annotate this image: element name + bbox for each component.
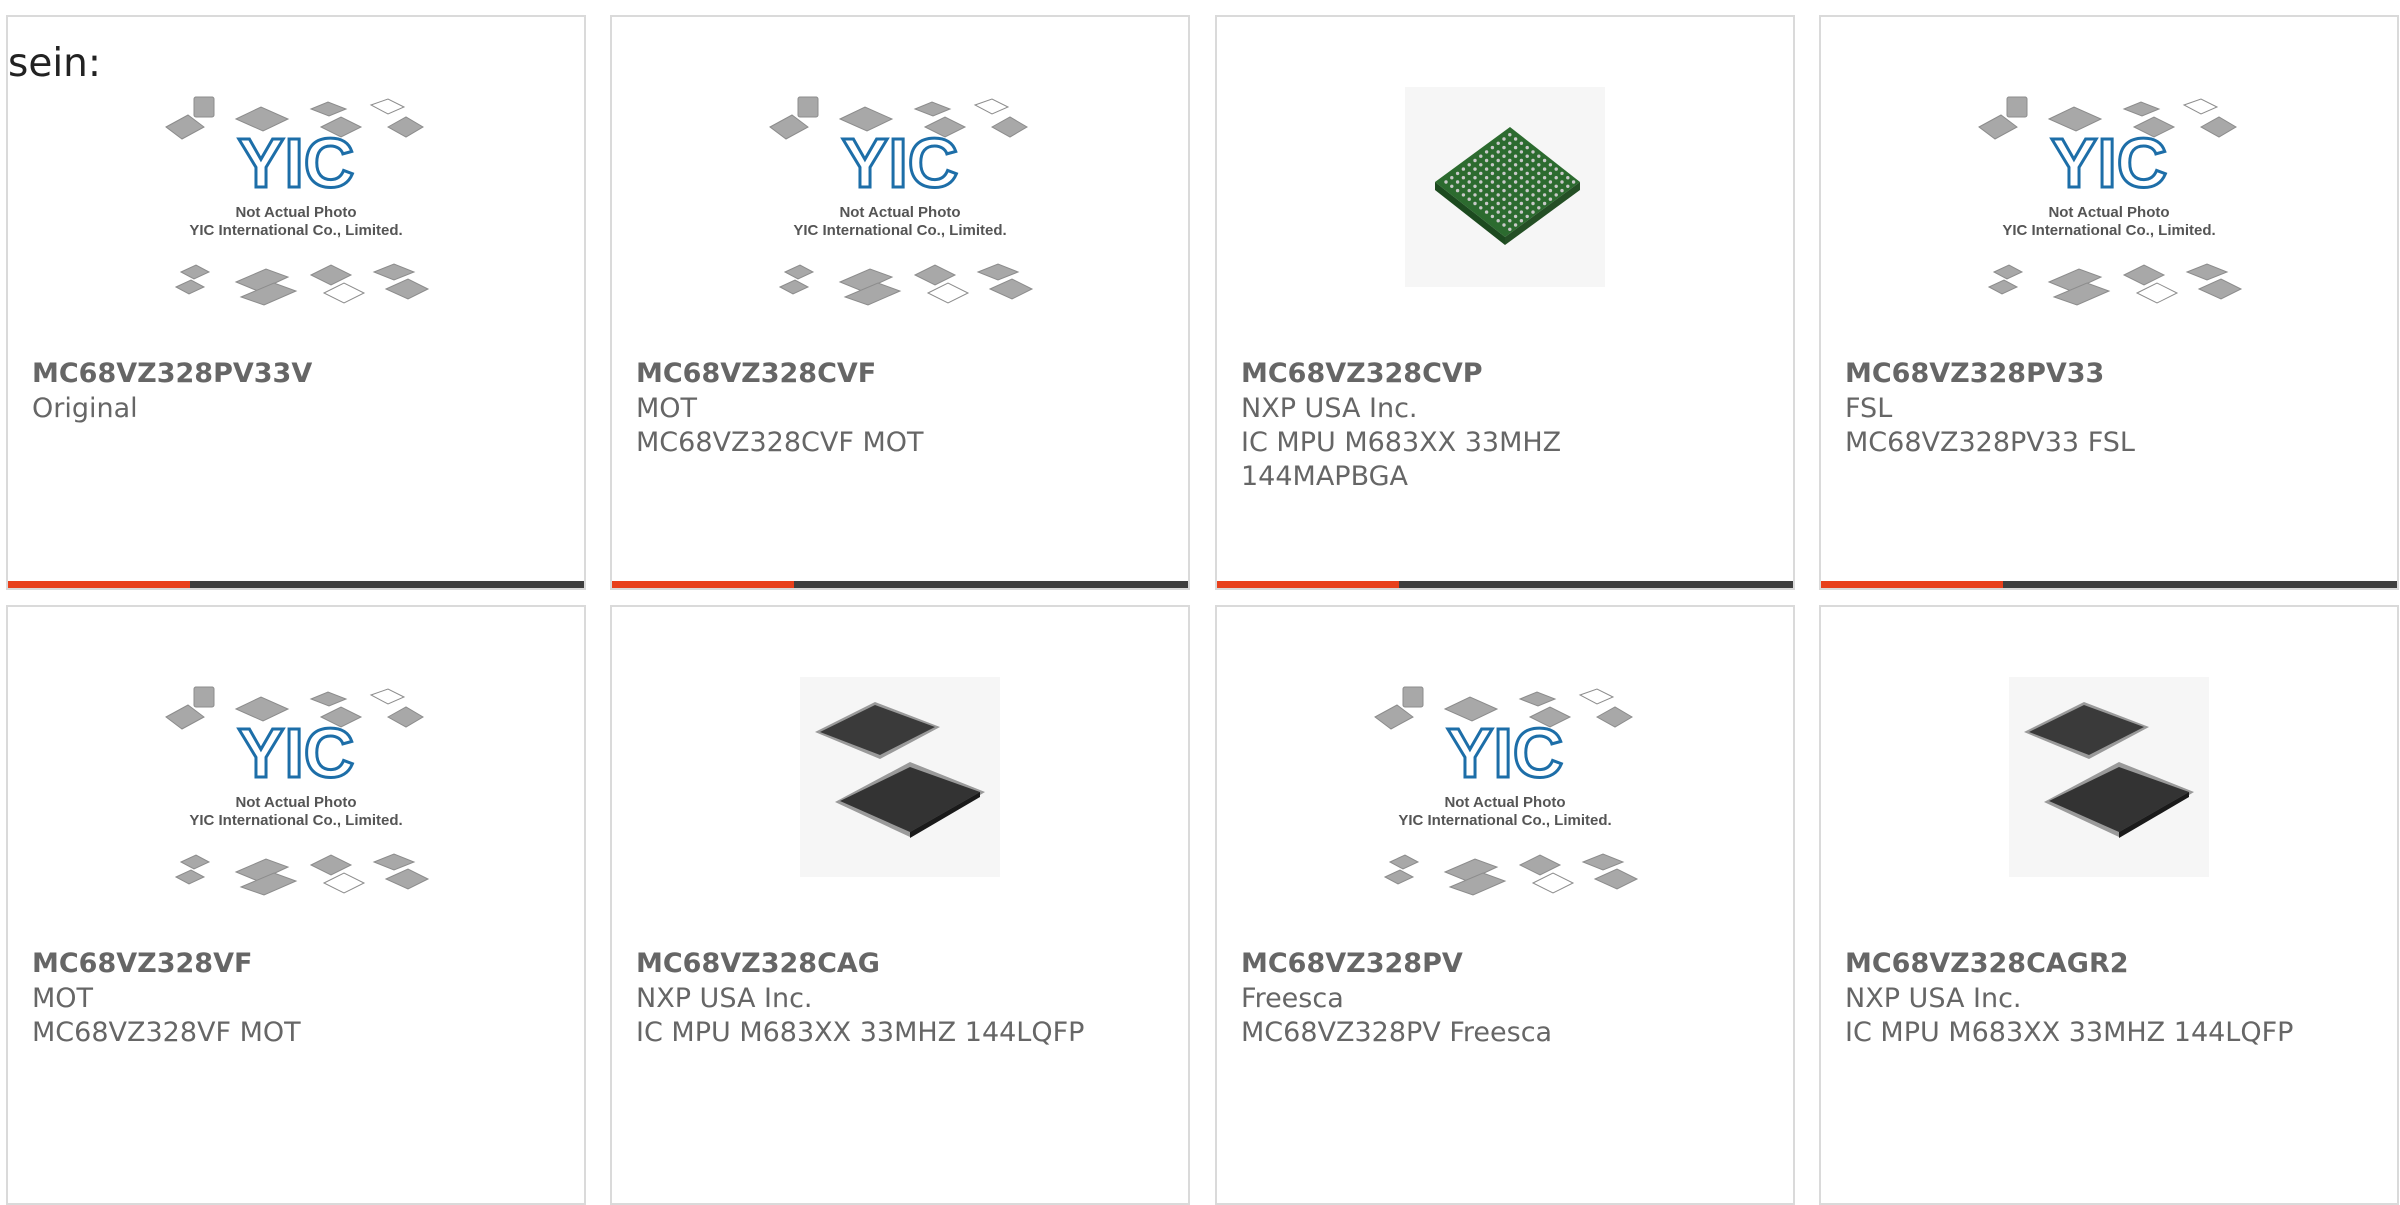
part-number[interactable]: MC68VZ328PV33V — [32, 357, 312, 391]
card-accent-bar — [1217, 581, 1399, 588]
card-accent-bar — [612, 581, 794, 588]
product-card[interactable]: YIC Not Actual Photo YIC International Co.… — [610, 15, 1190, 590]
card-footer-bar — [612, 581, 1188, 588]
part-number[interactable]: MC68VZ328PV33 — [1845, 357, 2104, 391]
part-number[interactable]: MC68VZ328CVF — [636, 357, 876, 391]
yic-placeholder-graphic: YIC Not Actual PhotoYIC International Co.… — [1978, 96, 2243, 306]
svg-text:Not Actual Photo: Not Actual Photo — [235, 794, 356, 811]
svg-text:YIC: YIC — [238, 714, 355, 792]
card-accent-bar — [8, 581, 190, 588]
product-image-lqfp-chip[interactable] — [1821, 607, 2397, 947]
product-image-lqfp-chip[interactable] — [612, 607, 1188, 947]
section-heading: sein: — [8, 41, 102, 86]
product-image-placeholder[interactable]: YIC Not Actual Photo YIC International Co.… — [612, 17, 1188, 357]
bga-chip-graphic — [1405, 87, 1605, 287]
product-description: MC68VZ328PV Freesca — [1241, 1017, 1553, 1048]
product-card[interactable]: MC68VZ328CAGR2 NXP USA Inc. IC MPU M683X… — [1819, 605, 2399, 1205]
product-card[interactable]: YIC Not Actual Photo YIC International Co.… — [1819, 15, 2399, 590]
svg-text:YIC: YIC — [238, 124, 355, 202]
product-image-placeholder[interactable]: YIC Not Actual Photo YIC International Co.… — [1217, 607, 1793, 947]
part-number[interactable]: MC68VZ328CVP — [1241, 357, 1483, 391]
product-manufacturer: Freesca — [1241, 983, 1344, 1014]
svg-text:YIC International Co., Limited: YIC International Co., Limited. — [189, 812, 402, 829]
product-card[interactable]: MC68VZ328CVP NXP USA Inc. IC MPU M683XX … — [1215, 15, 1795, 590]
yic-placeholder-graphic: YIC Not Actual PhotoYIC International Co.… — [1374, 686, 1639, 896]
card-footer-bar — [1821, 581, 2397, 588]
yic-placeholder-graphic: YIC Not Actual PhotoYIC International Co.… — [165, 686, 430, 896]
product-card[interactable]: YIC Not Actual Photo YIC International Co.… — [6, 605, 586, 1205]
product-description: IC MPU M683XX 33MHZ 144LQFP — [636, 1017, 1085, 1048]
product-manufacturer: FSL — [1845, 393, 1893, 424]
lqfp-chip-graphic — [2009, 677, 2209, 877]
card-accent-bar — [1821, 581, 2003, 588]
part-number[interactable]: MC68VZ328CAGR2 — [1845, 947, 2129, 981]
svg-text:YIC International Co., Limited: YIC International Co., Limited. — [793, 222, 1006, 239]
product-manufacturer: MOT — [32, 983, 94, 1014]
product-manufacturer: NXP USA Inc. — [1241, 393, 1418, 424]
svg-text:YIC International Co., Limited: YIC International Co., Limited. — [189, 222, 402, 239]
card-footer-bar — [1217, 581, 1793, 588]
svg-text:YIC: YIC — [1447, 714, 1564, 792]
product-image-bga-chip[interactable] — [1217, 17, 1793, 357]
product-manufacturer: NXP USA Inc. — [636, 983, 813, 1014]
svg-text:YIC International Co., Limited: YIC International Co., Limited. — [2002, 222, 2215, 239]
svg-text:Not Actual Photo: Not Actual Photo — [1444, 794, 1565, 811]
product-description: IC MPU M683XX 33MHZ 144LQFP — [1845, 1017, 2294, 1048]
product-manufacturer: NXP USA Inc. — [1845, 983, 2022, 1014]
svg-text:Not Actual Photo: Not Actual Photo — [839, 204, 960, 221]
product-manufacturer: Original — [32, 393, 138, 424]
part-number[interactable]: MC68VZ328PV — [1241, 947, 1463, 981]
product-card[interactable]: YIC Not Actual Photo YIC International Co.… — [6, 15, 586, 590]
product-description: IC MPU M683XX 33MHZ 144MAPBGA — [1241, 427, 1562, 492]
product-card[interactable]: MC68VZ328CAG NXP USA Inc. IC MPU M683XX … — [610, 605, 1190, 1205]
product-manufacturer: MOT — [636, 393, 698, 424]
svg-text:YIC International Co., Limited: YIC International Co., Limited. — [1398, 812, 1611, 829]
product-description: MC68VZ328PV33 FSL — [1845, 427, 2135, 458]
lqfp-chip-graphic — [800, 677, 1000, 877]
svg-text:YIC: YIC — [842, 124, 959, 202]
product-image-placeholder[interactable]: YIC Not Actual Photo YIC International Co.… — [8, 607, 584, 947]
svg-text:Not Actual Photo: Not Actual Photo — [235, 204, 356, 221]
part-number[interactable]: MC68VZ328CAG — [636, 947, 880, 981]
svg-text:YIC: YIC — [2051, 124, 2168, 202]
svg-text:Not Actual Photo: Not Actual Photo — [2048, 204, 2169, 221]
yic-placeholder-graphic: YIC Not Actual PhotoYIC International Co.… — [165, 96, 430, 306]
product-description: MC68VZ328VF MOT — [32, 1017, 301, 1048]
product-description: MC68VZ328CVF MOT — [636, 427, 924, 458]
product-card[interactable]: YIC Not Actual Photo YIC International Co.… — [1215, 605, 1795, 1205]
part-number[interactable]: MC68VZ328VF — [32, 947, 252, 981]
product-image-placeholder[interactable]: YIC Not Actual Photo YIC International Co.… — [1821, 17, 2397, 357]
yic-placeholder-graphic: YIC Not Actual PhotoYIC International Co.… — [769, 96, 1034, 306]
card-footer-bar — [8, 581, 584, 588]
